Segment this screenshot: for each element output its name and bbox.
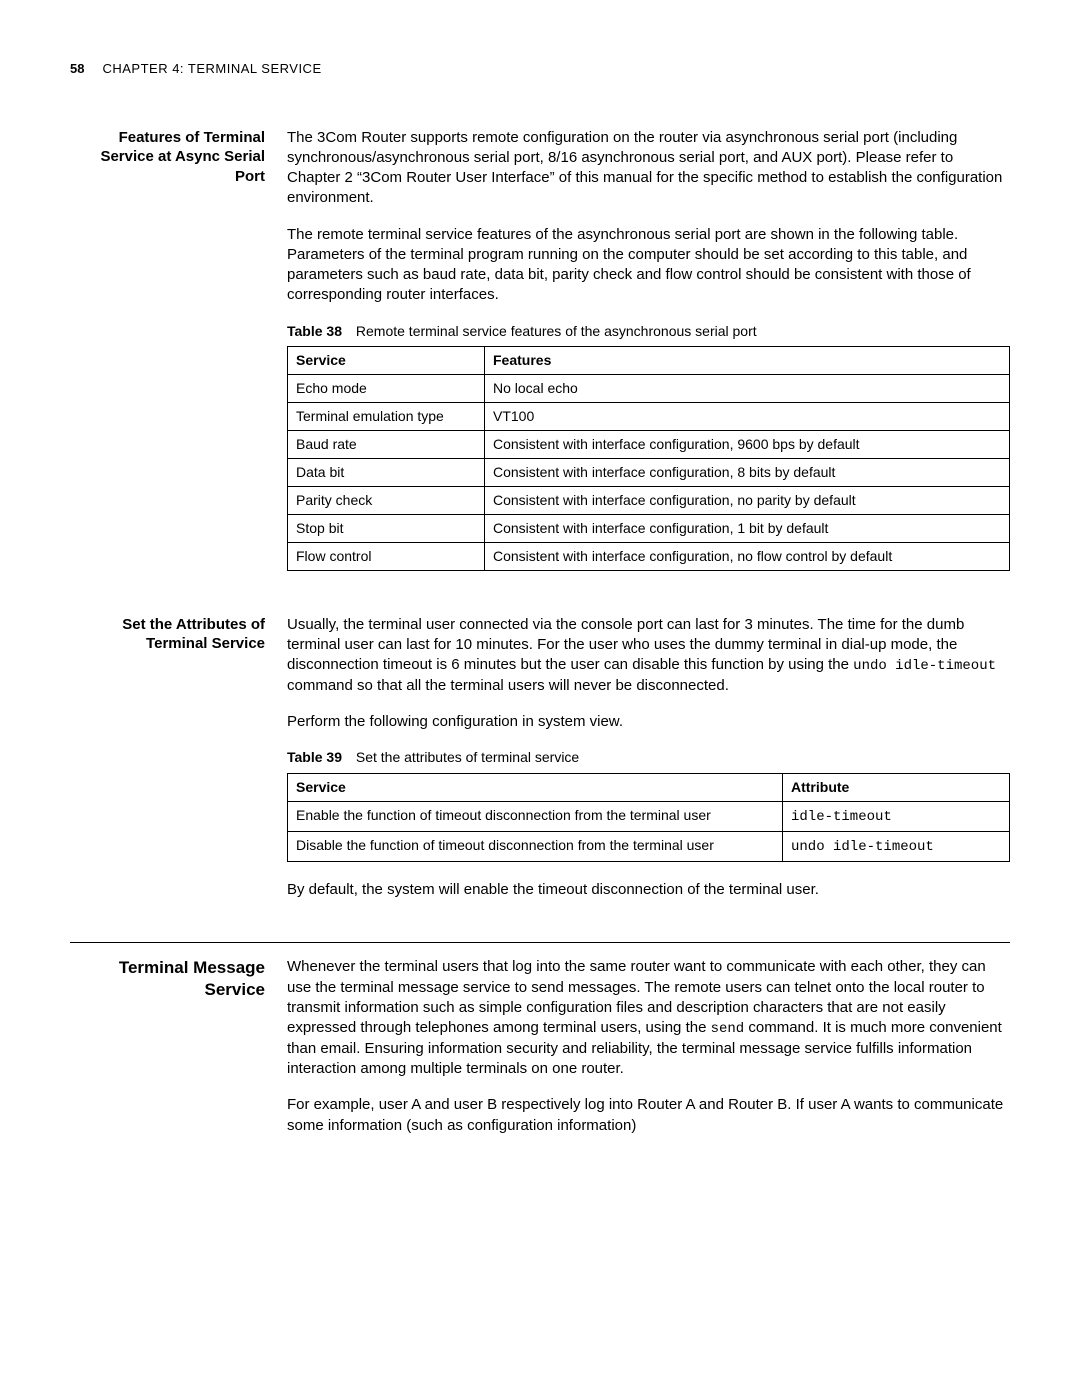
section-title: Features of Terminal Service at Async Se… <box>70 128 265 589</box>
paragraph: Perform the following configuration in s… <box>287 712 1010 732</box>
table-row: Terminal emulation typeVT100 <box>288 403 1010 431</box>
inline-command: undo idle-timeout <box>853 658 996 674</box>
paragraph: The 3Com Router supports remote configur… <box>287 128 1010 209</box>
table-cell: Consistent with interface configuration,… <box>485 514 1010 542</box>
table-caption-text: Set the attributes of terminal service <box>356 749 579 765</box>
chapter-title: CHAPTER 4: TERMINAL SERVICE <box>102 60 321 78</box>
table-caption-text: Remote terminal service features of the … <box>356 323 757 339</box>
table-cell: No local echo <box>485 375 1010 403</box>
section-terminal-message: Terminal Message Service Whenever the te… <box>70 957 1010 1152</box>
table-cell: Consistent with interface configuration,… <box>485 431 1010 459</box>
table-header: Service <box>288 774 783 802</box>
table-row: Baud rateConsistent with interface confi… <box>288 431 1010 459</box>
table-row: Flow controlConsistent with interface co… <box>288 542 1010 570</box>
section-divider <box>70 942 1010 943</box>
paragraph: For example, user A and user B respectiv… <box>287 1095 1010 1136</box>
table-cell: Disable the function of timeout disconne… <box>288 832 783 862</box>
table-cell: Echo mode <box>288 375 485 403</box>
table-label: Table 38 <box>287 323 342 339</box>
table-row: Stop bitConsistent with interface config… <box>288 514 1010 542</box>
table-header: Attribute <box>783 774 1010 802</box>
table-38: Service Features Echo modeNo local echo … <box>287 346 1010 570</box>
table-cell: Enable the function of timeout disconnec… <box>288 802 783 832</box>
page-number: 58 <box>70 60 84 78</box>
table-row: Parity checkConsistent with interface co… <box>288 486 1010 514</box>
command-text: undo idle-timeout <box>791 839 934 855</box>
table-row: Data bitConsistent with interface config… <box>288 459 1010 487</box>
section-body: Usually, the terminal user connected via… <box>287 615 1010 917</box>
table-caption: Table 39 Set the attributes of terminal … <box>287 748 1010 767</box>
paragraph: Usually, the terminal user connected via… <box>287 615 1010 697</box>
section-title: Set the Attributes of Terminal Service <box>70 615 265 917</box>
table-cell: Consistent with interface configuration,… <box>485 459 1010 487</box>
section-body: Whenever the terminal users that log int… <box>287 957 1010 1152</box>
table-cell: Consistent with interface configuration,… <box>485 486 1010 514</box>
table-cell: idle-timeout <box>783 802 1010 832</box>
page-header: 58 CHAPTER 4: TERMINAL SERVICE <box>70 60 1010 78</box>
paragraph: The remote terminal service features of … <box>287 225 1010 306</box>
section-features-async: Features of Terminal Service at Async Se… <box>70 128 1010 589</box>
table-row: Enable the function of timeout disconnec… <box>288 802 1010 832</box>
inline-command: send <box>711 1021 745 1037</box>
table-label: Table 39 <box>287 749 342 765</box>
table-cell: Flow control <box>288 542 485 570</box>
section-body: The 3Com Router supports remote configur… <box>287 128 1010 589</box>
command-text: idle-timeout <box>791 809 892 825</box>
paragraph: Whenever the terminal users that log int… <box>287 957 1010 1079</box>
table-cell: Parity check <box>288 486 485 514</box>
table-cell: VT100 <box>485 403 1010 431</box>
table-cell: Stop bit <box>288 514 485 542</box>
table-row: Echo modeNo local echo <box>288 375 1010 403</box>
paragraph: By default, the system will enable the t… <box>287 880 1010 900</box>
table-cell: Terminal emulation type <box>288 403 485 431</box>
table-caption: Table 38 Remote terminal service feature… <box>287 322 1010 341</box>
table-cell: undo idle-timeout <box>783 832 1010 862</box>
table-cell: Data bit <box>288 459 485 487</box>
section-title: Terminal Message Service <box>70 957 265 1152</box>
table-cell: Baud rate <box>288 431 485 459</box>
table-header: Features <box>485 347 1010 375</box>
table-header: Service <box>288 347 485 375</box>
table-39: Service Attribute Enable the function of… <box>287 773 1010 862</box>
table-row: Disable the function of timeout disconne… <box>288 832 1010 862</box>
text: command so that all the terminal users w… <box>287 677 729 694</box>
table-cell: Consistent with interface configuration,… <box>485 542 1010 570</box>
section-set-attributes: Set the Attributes of Terminal Service U… <box>70 615 1010 917</box>
